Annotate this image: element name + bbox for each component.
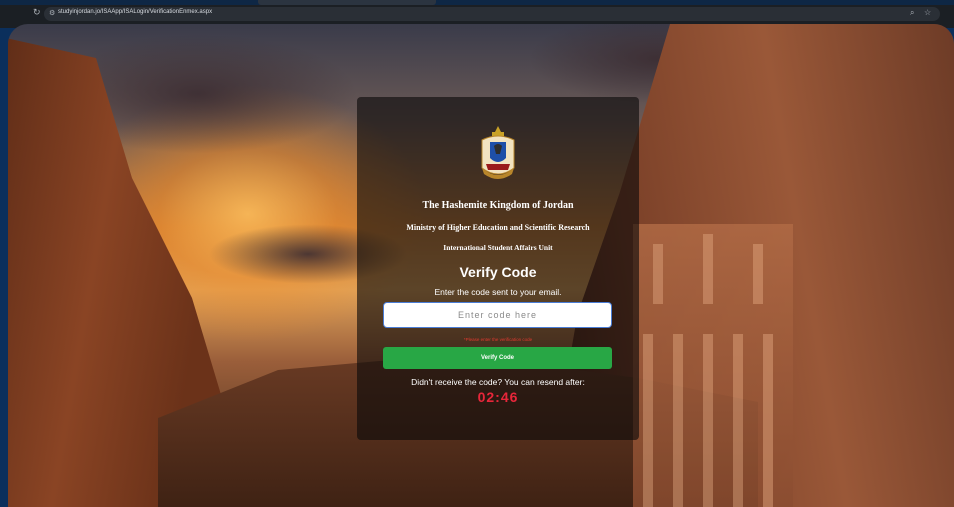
unit-title: International Student Affairs Unit <box>443 243 553 252</box>
jordan-emblem-icon <box>481 126 515 179</box>
error-message: *Please enter the verification code <box>463 337 533 342</box>
address-bar[interactable]: ⚙ studyinjordan.jo/ISAApp/ISALogin/Verif… <box>44 7 940 21</box>
kingdom-title: The Hashemite Kingdom of Jordan <box>422 200 574 211</box>
bookmark-star-icon[interactable]: ☆ <box>924 9 931 17</box>
resend-text: Didn't receive the code? You can resend … <box>411 377 585 387</box>
verify-dialog: The Hashemite Kingdom of Jordan Ministry… <box>357 97 639 440</box>
instruction-text: Enter the code sent to your email. <box>434 287 562 297</box>
verify-code-button[interactable]: Verify Code <box>383 347 612 369</box>
verification-code-input[interactable] <box>383 302 612 328</box>
active-tab[interactable] <box>258 0 436 5</box>
tab-strip <box>0 0 954 5</box>
zoom-icon[interactable]: ⌕ <box>910 9 914 17</box>
ministry-title: Ministry of Higher Education and Scienti… <box>406 223 590 232</box>
resend-countdown-timer: 02:46 <box>477 389 519 405</box>
site-info-icon[interactable]: ⚙ <box>49 10 55 17</box>
reload-icon[interactable]: ↻ <box>33 8 41 17</box>
url-text: studyinjordan.jo/ISAApp/ISALogin/Verific… <box>58 9 213 15</box>
page-title: Verify Code <box>459 264 537 280</box>
